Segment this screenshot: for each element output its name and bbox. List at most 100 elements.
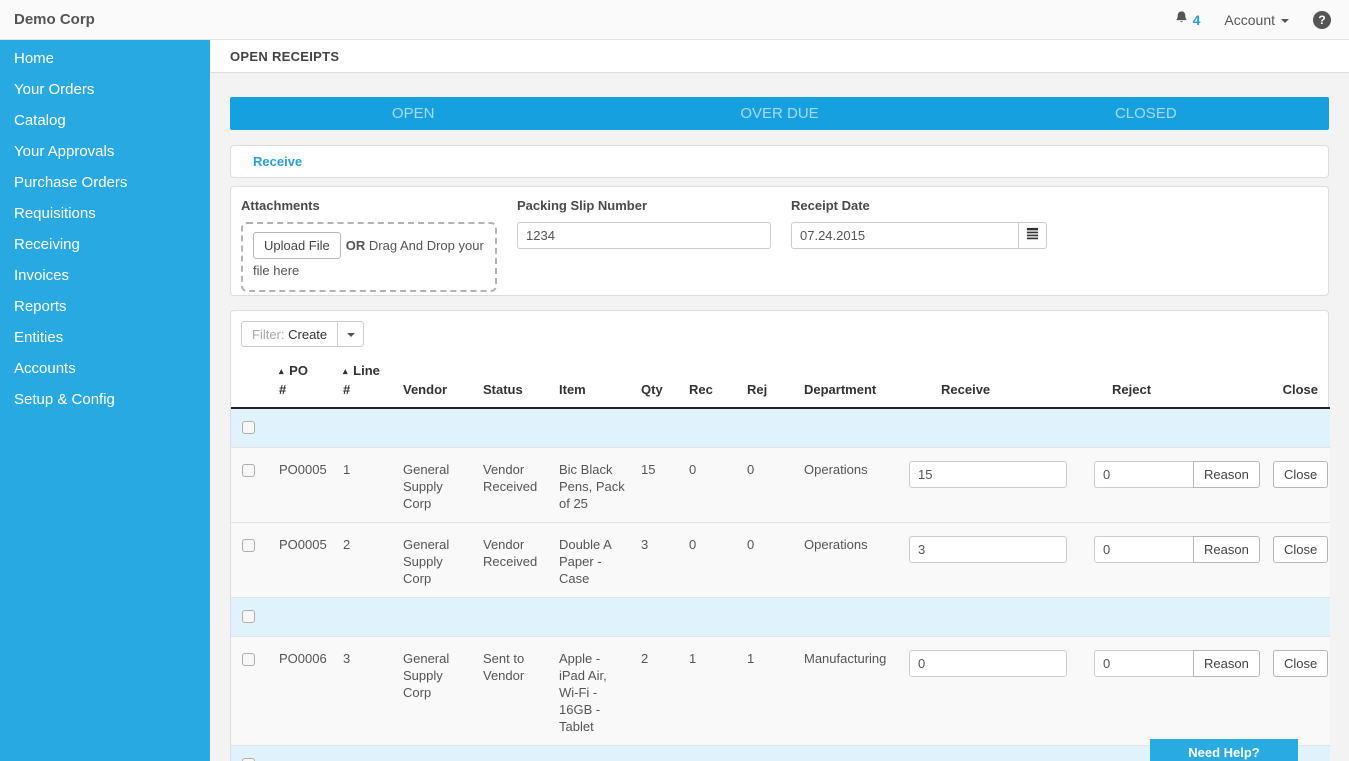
- filter-prefix: Filter:: [252, 326, 285, 342]
- receive-qty-input[interactable]: [909, 536, 1067, 563]
- tab-open[interactable]: OPEN: [230, 97, 596, 130]
- reason-button[interactable]: Reason: [1193, 650, 1260, 677]
- reason-button[interactable]: Reason: [1193, 461, 1260, 488]
- cell-qty: 2: [633, 636, 681, 746]
- cell-close: Close: [1261, 447, 1330, 523]
- cell-vendor: General Supply Corp: [395, 522, 475, 598]
- row-select-checkbox[interactable]: [242, 464, 255, 478]
- cell-reject: Reason: [1086, 447, 1261, 523]
- sidebar-item-accounts[interactable]: Accounts: [0, 353, 210, 384]
- cell-line: 1: [335, 447, 395, 523]
- upload-file-button[interactable]: Upload File: [253, 232, 341, 259]
- cell-qty: 3: [633, 522, 681, 598]
- notifications-button[interactable]: 4: [1174, 10, 1201, 30]
- cell-reject: Reason: [1086, 636, 1261, 746]
- page-title: OPEN RECEIPTS: [210, 40, 1349, 73]
- col-header-rec: Rec: [681, 356, 739, 409]
- col-header-po[interactable]: ▴ PO #: [271, 356, 335, 409]
- cell-close: Close: [1261, 522, 1330, 598]
- group-select-checkbox[interactable]: [242, 421, 255, 435]
- close-row-button[interactable]: Close: [1273, 650, 1329, 677]
- calendar-button[interactable]: [1019, 222, 1047, 249]
- question-icon: ?: [1318, 12, 1326, 27]
- cell-rec: 0: [681, 522, 739, 598]
- receive-qty-input[interactable]: [909, 461, 1067, 488]
- sidebar: Home Your Orders Catalog Your Approvals …: [0, 40, 210, 761]
- cell-status: Sent to Vendor: [475, 636, 551, 746]
- cell-select: [231, 522, 271, 598]
- col-header-close: Close: [1261, 356, 1330, 409]
- cell-po: PO0005: [271, 522, 335, 598]
- group-row: [231, 408, 1330, 448]
- cell-select: [231, 447, 271, 523]
- close-row-button[interactable]: Close: [1273, 461, 1329, 488]
- filter-value: Create: [288, 326, 328, 342]
- receive-qty-input[interactable]: [909, 650, 1067, 677]
- tab-over-due[interactable]: OVER DUE: [596, 97, 962, 130]
- receipt-date-label: Receipt Date: [791, 198, 870, 213]
- row-select-checkbox[interactable]: [242, 653, 255, 667]
- sidebar-item-setup-config[interactable]: Setup & Config: [0, 384, 210, 415]
- sidebar-item-invoices[interactable]: Invoices: [0, 260, 210, 291]
- col-header-rej: Rej: [739, 356, 796, 409]
- group-select-checkbox[interactable]: [242, 610, 255, 624]
- sidebar-item-catalog[interactable]: Catalog: [0, 105, 210, 136]
- sidebar-item-receiving[interactable]: Receiving: [0, 229, 210, 260]
- col-header-select: [231, 356, 271, 409]
- cell-department: Operations: [796, 522, 901, 598]
- sidebar-item-your-orders[interactable]: Your Orders: [0, 74, 210, 105]
- cell-qty: 15: [633, 447, 681, 523]
- row-select-checkbox[interactable]: [242, 539, 255, 553]
- cell-reject: Reason: [1086, 522, 1261, 598]
- reject-qty-input[interactable]: [1094, 461, 1194, 488]
- filter-button[interactable]: Filter: Create: [241, 321, 339, 347]
- cell-receive: [901, 522, 1086, 598]
- reason-button[interactable]: Reason: [1193, 536, 1260, 563]
- reject-qty-input[interactable]: [1094, 536, 1194, 563]
- account-menu[interactable]: Account: [1224, 12, 1289, 28]
- sidebar-item-home[interactable]: Home: [0, 43, 210, 74]
- sidebar-item-your-approvals[interactable]: Your Approvals: [0, 136, 210, 167]
- close-row-button[interactable]: Close: [1273, 536, 1329, 563]
- cell-receive: [901, 636, 1086, 746]
- receive-link[interactable]: Receive: [253, 154, 302, 169]
- col-header-line[interactable]: ▴ Line #: [335, 356, 395, 409]
- col-header-vendor: Vendor: [395, 356, 475, 409]
- attachments-label: Attachments: [241, 198, 320, 213]
- or-label: OR: [345, 238, 366, 253]
- topbar: Demo Corp 4 Account ?: [0, 0, 1349, 40]
- caret-down-icon: [346, 333, 355, 337]
- reject-qty-input[interactable]: [1094, 650, 1194, 677]
- cell-status: Vendor Received: [475, 447, 551, 523]
- cell-rej: 0: [739, 447, 796, 523]
- col-header-department: Department: [796, 356, 901, 409]
- need-help-button[interactable]: Need Help?: [1150, 739, 1298, 761]
- cell-rec: 1: [681, 636, 739, 746]
- cell-line: 2: [335, 522, 395, 598]
- receipt-form-panel: Attachments Upload File OR Drag And Drop …: [230, 186, 1329, 296]
- filter-caret-button[interactable]: [338, 321, 365, 347]
- sidebar-item-reports[interactable]: Reports: [0, 291, 210, 322]
- chevron-down-icon: [1281, 18, 1289, 23]
- cell-rec: 0: [681, 447, 739, 523]
- receipts-table-panel: Filter: Create ▴ PO # ▴ Line # Vendor Status I…: [230, 310, 1330, 761]
- cell-item: Bic Black Pens, Pack of 25: [551, 447, 633, 523]
- tab-closed[interactable]: CLOSED: [963, 97, 1329, 130]
- cell-po: PO0006: [271, 636, 335, 746]
- receipt-date-input[interactable]: [791, 222, 1019, 249]
- packing-slip-input[interactable]: [517, 222, 771, 249]
- help-button[interactable]: ?: [1313, 10, 1331, 29]
- topbar-right: 4 Account ?: [1174, 10, 1349, 30]
- table-row: PO0005 1 General Supply Corp Vendor Receive…: [231, 447, 1330, 523]
- sort-asc-icon: ▴: [279, 366, 284, 376]
- sidebar-item-entities[interactable]: Entities: [0, 322, 210, 353]
- col-header-item: Item: [551, 356, 633, 409]
- notification-count: 4: [1192, 11, 1201, 28]
- cell-receive: [901, 447, 1086, 523]
- col-header-reject: Reject: [1086, 356, 1261, 409]
- cell-item: Double A Paper - Case: [551, 522, 633, 598]
- file-dropzone[interactable]: Upload File OR Drag And Drop your file he…: [241, 222, 497, 292]
- sidebar-item-requisitions[interactable]: Requisitions: [0, 198, 210, 229]
- sidebar-item-purchase-orders[interactable]: Purchase Orders: [0, 167, 210, 198]
- col-header-qty: Qty: [633, 356, 681, 409]
